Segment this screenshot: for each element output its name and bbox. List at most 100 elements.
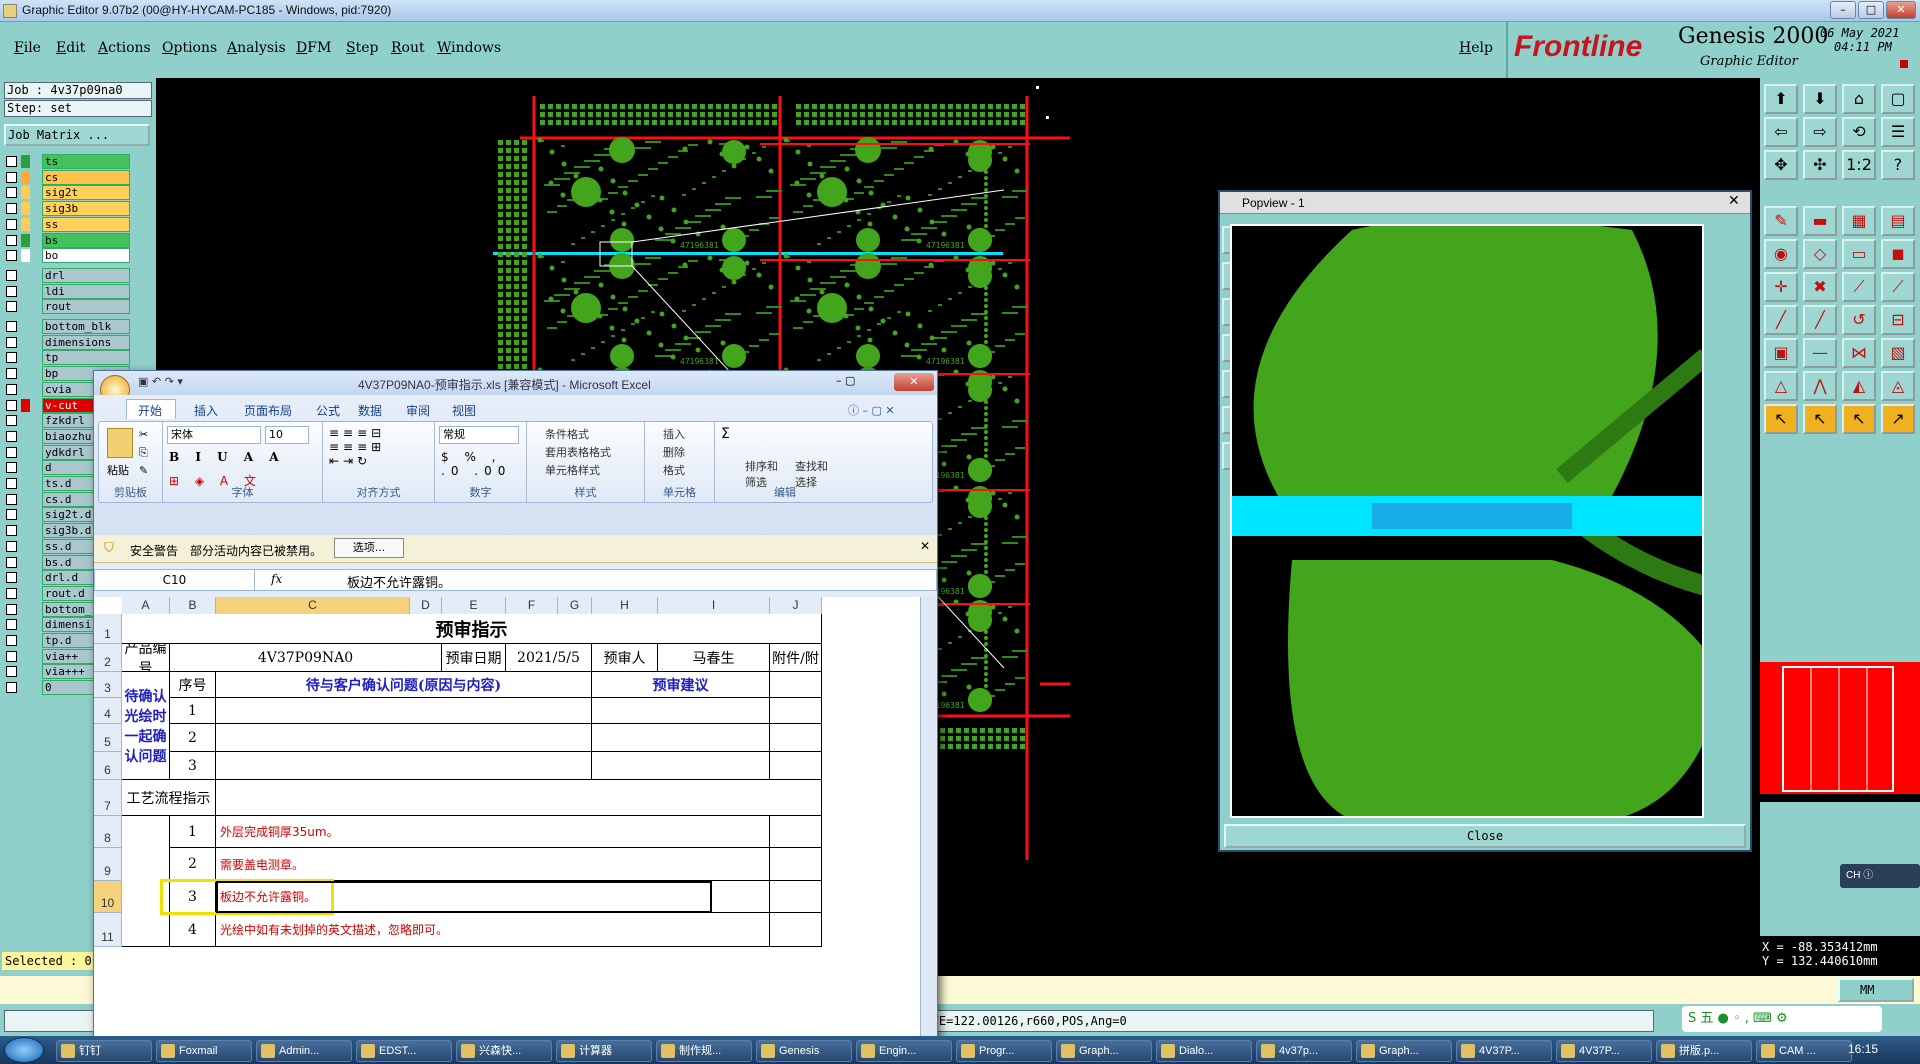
layer-row[interactable]: ss: [6, 216, 130, 232]
menu-dfm[interactable]: DFM: [296, 40, 331, 56]
row-header[interactable]: 8: [94, 816, 122, 848]
font-size-select[interactable]: 10: [265, 426, 309, 444]
layer-checkbox[interactable]: [6, 368, 17, 380]
overview-window[interactable]: [1760, 662, 1920, 802]
sheet-cell[interactable]: [770, 724, 822, 752]
pan-right-icon[interactable]: ⇨: [1803, 117, 1837, 147]
layer-checkbox[interactable]: [6, 493, 17, 505]
taskbar-item[interactable]: 拼版.p...: [1656, 1040, 1752, 1062]
column-header[interactable]: E: [442, 597, 506, 614]
diag-line-icon[interactable]: ⟋: [1842, 272, 1876, 302]
paste-label[interactable]: 粘贴: [107, 462, 129, 478]
column-header[interactable]: F: [506, 597, 558, 614]
zoom-fit-icon[interactable]: ✥: [1764, 150, 1798, 180]
maximize-icon[interactable]: □: [1858, 1, 1884, 19]
add-pad-icon[interactable]: ◉: [1764, 239, 1798, 269]
layer-checkbox[interactable]: [6, 619, 17, 631]
column-header[interactable]: A: [122, 597, 170, 614]
select-4-icon[interactable]: ↗: [1881, 404, 1915, 434]
layer-checkbox[interactable]: [6, 383, 17, 395]
menu-analysis[interactable]: Analysis: [227, 40, 286, 56]
sheet-cell[interactable]: [770, 698, 822, 724]
formula-content[interactable]: 板边不允许露铜。: [347, 572, 451, 591]
layer-checkbox[interactable]: [6, 525, 17, 537]
sheet-cell[interactable]: 2021/5/5: [506, 644, 592, 672]
sheet-cell[interactable]: 光绘中如有未划掉的英文描述，忽略即可。: [216, 913, 770, 947]
sheet-cell[interactable]: [592, 752, 770, 780]
array-icon[interactable]: ⊟: [1881, 305, 1915, 335]
sheet-cell[interactable]: 需要盖电测章。: [216, 848, 770, 881]
layer-checkbox[interactable]: [6, 234, 17, 246]
close-icon[interactable]: ✕: [1886, 1, 1916, 19]
grid-icon[interactable]: ▦: [1842, 206, 1876, 236]
slash-icon[interactable]: ╱: [1764, 305, 1798, 335]
help-icon[interactable]: ?: [1881, 150, 1915, 180]
menu-options[interactable]: Options: [162, 40, 217, 56]
layer-checkbox[interactable]: [6, 462, 17, 474]
layer-checkbox[interactable]: [6, 203, 17, 215]
taskbar-item[interactable]: EDST...: [356, 1040, 452, 1062]
tab-data[interactable]: 数据: [358, 402, 382, 419]
ime-toolbar[interactable]: S 五 ● ◦ , ⌨ ⚙: [1682, 1006, 1882, 1032]
layer-checkbox[interactable]: [6, 603, 17, 615]
sheet-cell[interactable]: 1: [170, 698, 216, 724]
insert-cells-button[interactable]: 插入: [663, 426, 685, 442]
layer-row[interactable]: rout: [6, 299, 130, 315]
shape-icon[interactable]: ◇: [1803, 239, 1837, 269]
taskbar-item[interactable]: Graph...: [1356, 1040, 1452, 1062]
layer-checkbox[interactable]: [6, 187, 17, 199]
menu-actions[interactable]: Actions: [98, 40, 151, 56]
sheet-cell[interactable]: [770, 672, 822, 698]
layer-checkbox[interactable]: [6, 587, 17, 599]
sheet-cell[interactable]: 4: [170, 913, 216, 947]
fill-icon[interactable]: ◼: [1881, 239, 1915, 269]
taskbar-item[interactable]: 4v37p...: [1256, 1040, 1352, 1062]
taskbar-item[interactable]: Foxmail: [156, 1040, 252, 1062]
layer-checkbox[interactable]: [6, 666, 17, 678]
layer-checkbox[interactable]: [6, 509, 17, 521]
rotate-icon[interactable]: ↺: [1842, 305, 1876, 335]
active-cell[interactable]: [216, 881, 712, 913]
layer-row[interactable]: ldi: [6, 283, 130, 299]
menu-help[interactable]: Help: [1459, 40, 1493, 56]
sheet-cell[interactable]: [770, 848, 822, 881]
taskbar-item[interactable]: Engin...: [856, 1040, 952, 1062]
layer-row[interactable]: bs: [6, 232, 130, 248]
column-header[interactable]: B: [170, 597, 216, 614]
security-options-button[interactable]: 选项...: [334, 538, 404, 558]
ime-indicator[interactable]: CH ⓘ: [1840, 864, 1920, 888]
row-header[interactable]: 2: [94, 644, 122, 672]
layer-checkbox[interactable]: [6, 171, 17, 183]
sheet-cell[interactable]: [216, 698, 592, 724]
excel-window-controls-icon[interactable]: – ▢: [836, 374, 855, 387]
excel-close-icon[interactable]: ✕: [894, 373, 934, 391]
taskbar-item[interactable]: 钉钉: [56, 1040, 152, 1062]
taskbar-item[interactable]: 计算器: [556, 1040, 652, 1062]
start-button-icon[interactable]: [4, 1037, 44, 1063]
column-header[interactable]: D: [410, 597, 442, 614]
vertical-scrollbar[interactable]: [920, 597, 937, 1045]
sheet-cell[interactable]: 外层完成铜厚35um。: [216, 816, 770, 848]
layer-checkbox[interactable]: [6, 218, 17, 230]
sheet-cell[interactable]: [770, 816, 822, 848]
sheet-cell[interactable]: [770, 752, 822, 780]
sheet-cell[interactable]: 待与客户确认问题(原因与内容): [216, 672, 592, 698]
menu-file[interactable]: File: [14, 40, 41, 56]
center-icon[interactable]: ✣: [1803, 150, 1837, 180]
layer-row[interactable]: dimensions: [6, 334, 130, 350]
tab-insert[interactable]: 插入: [194, 402, 218, 419]
alignment-icons[interactable]: ≡≡≡⊟ ≡≡≡⊞ ⇤⇥↻: [329, 426, 385, 468]
snap-icon[interactable]: ✛: [1764, 272, 1798, 302]
conditional-format-button[interactable]: 条件格式: [545, 426, 589, 442]
sheet-cell[interactable]: [592, 698, 770, 724]
pan-left-icon[interactable]: ⇦: [1764, 117, 1798, 147]
font-name-select[interactable]: 宋体: [167, 426, 261, 444]
layer-row[interactable]: bottom_blk: [6, 319, 130, 334]
popview-close-icon[interactable]: ✕: [1728, 193, 1740, 209]
dash-icon[interactable]: —: [1803, 338, 1837, 368]
layer-checkbox[interactable]: [6, 478, 17, 489]
menu-rout[interactable]: Rout: [391, 40, 425, 56]
menu-step[interactable]: Step: [346, 40, 378, 56]
number-format-icons[interactable]: $ % , .0 .00: [441, 450, 511, 478]
box-icon[interactable]: ▣: [1764, 338, 1798, 368]
